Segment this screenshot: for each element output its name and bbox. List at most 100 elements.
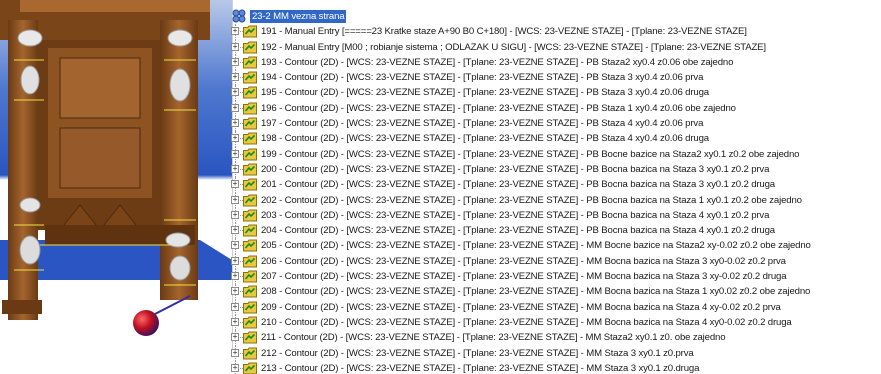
toolpath-folder-icon[interactable] xyxy=(243,117,257,130)
toolpath-folder-icon[interactable] xyxy=(243,285,257,298)
expand-toggle[interactable]: + xyxy=(231,42,239,51)
toolpath-folder-icon[interactable] xyxy=(243,209,257,222)
expand-toggle[interactable]: + xyxy=(231,317,239,326)
tree-item[interactable]: +211 - Contour (2D) - [WCS: 23-VEZNE STA… xyxy=(231,330,881,346)
expand-toggle[interactable]: + xyxy=(231,226,239,235)
toolpath-folder-icon[interactable] xyxy=(243,347,257,360)
toolpath-folder-icon[interactable] xyxy=(243,25,257,38)
tree-item-label[interactable]: 201 - Contour (2D) - [WCS: 23-VEZNE STAZ… xyxy=(261,177,775,192)
tree-item-label[interactable]: 209 - Contour (2D) - [WCS: 23-VEZNE STAZ… xyxy=(261,300,781,315)
expand-toggle[interactable]: + xyxy=(231,149,239,158)
tree-item-label[interactable]: 191 - Manual Entry [=====23 Kratke staze… xyxy=(261,24,747,39)
toolpath-folder-icon[interactable] xyxy=(243,86,257,99)
tree-item[interactable]: +204 - Contour (2D) - [WCS: 23-VEZNE STA… xyxy=(231,223,881,239)
expand-toggle[interactable]: + xyxy=(231,164,239,173)
previous-row-fragment xyxy=(232,0,881,9)
toolpath-folder-icon[interactable] xyxy=(243,102,257,115)
tree-item-label[interactable]: 197 - Contour (2D) - [WCS: 23-VEZNE STAZ… xyxy=(261,116,703,131)
tree-root-label[interactable]: 23-2 MM vezna strana xyxy=(250,10,347,23)
tree-item[interactable]: +192 - Manual Entry [M00 ; robianje sist… xyxy=(231,39,881,55)
tree-item[interactable]: +205 - Contour (2D) - [WCS: 23-VEZNE STA… xyxy=(231,238,881,254)
toolpath-folder-icon[interactable] xyxy=(243,331,257,344)
expand-toggle[interactable]: + xyxy=(231,272,239,281)
toolpath-folder-icon[interactable] xyxy=(243,224,257,237)
tree-item[interactable]: +209 - Contour (2D) - [WCS: 23-VEZNE STA… xyxy=(231,299,881,315)
tree-item[interactable]: +196 - Contour (2D) - [WCS: 23-VEZNE STA… xyxy=(231,100,881,117)
tree-item-label[interactable]: 212 - Contour (2D) - [WCS: 23-VEZNE STAZ… xyxy=(261,346,694,361)
tree-item[interactable]: +213 - Contour (2D) - [WCS: 23-VEZNE STA… xyxy=(231,360,881,374)
expand-toggle[interactable]: + xyxy=(231,88,239,97)
tree-item[interactable]: +193 - Contour (2D) - [WCS: 23-VEZNE STA… xyxy=(231,54,881,71)
tree-item-label[interactable]: 195 - Contour (2D) - [WCS: 23-VEZNE STAZ… xyxy=(261,85,709,100)
tree-item[interactable]: +208 - Contour (2D) - [WCS: 23-VEZNE STA… xyxy=(231,284,881,300)
tree-item[interactable]: +212 - Contour (2D) - [WCS: 23-VEZNE STA… xyxy=(231,345,881,361)
toolpath-folder-icon[interactable] xyxy=(243,132,257,145)
toolpath-folder-icon[interactable] xyxy=(243,255,257,268)
tree-item-label[interactable]: 206 - Contour (2D) - [WCS: 23-VEZNE STAZ… xyxy=(261,254,786,269)
toolpath-folder-icon[interactable] xyxy=(243,270,257,283)
tree-item-label[interactable]: 196 - Contour (2D) - [WCS: 23-VEZNE STAZ… xyxy=(261,101,736,116)
expand-toggle[interactable]: + xyxy=(231,119,239,128)
tree-items: +191 - Manual Entry [=====23 Kratke staz… xyxy=(231,24,881,374)
tree-item-label[interactable]: 210 - Contour (2D) - [WCS: 23-VEZNE STAZ… xyxy=(261,315,792,330)
toolpath-folder-icon[interactable] xyxy=(243,362,257,374)
operations-tree[interactable]: 23-2 MM vezna strana +191 - Manual Entry… xyxy=(231,9,881,374)
toolpath-folder-icon[interactable] xyxy=(243,178,257,191)
tree-item-label[interactable]: 200 - Contour (2D) - [WCS: 23-VEZNE STAZ… xyxy=(261,162,769,177)
tree-item[interactable]: +207 - Contour (2D) - [WCS: 23-VEZNE STA… xyxy=(231,269,881,285)
expand-toggle[interactable]: + xyxy=(231,195,239,204)
tree-item-label[interactable]: 211 - Contour (2D) - [WCS: 23-VEZNE STAZ… xyxy=(261,330,726,345)
tree-item[interactable]: +195 - Contour (2D) - [WCS: 23-VEZNE STA… xyxy=(231,85,881,101)
tree-item[interactable]: +194 - Contour (2D) - [WCS: 23-VEZNE STA… xyxy=(231,70,881,86)
tree-item[interactable]: +206 - Contour (2D) - [WCS: 23-VEZNE STA… xyxy=(231,253,881,270)
toolpath-folder-icon[interactable] xyxy=(243,301,257,314)
expand-toggle[interactable]: + xyxy=(231,256,239,265)
tree-item-label[interactable]: 198 - Contour (2D) - [WCS: 23-VEZNE STAZ… xyxy=(261,131,709,146)
expand-toggle[interactable]: + xyxy=(231,180,239,189)
tree-item[interactable]: +200 - Contour (2D) - [WCS: 23-VEZNE STA… xyxy=(231,161,881,178)
operation-group-icon[interactable] xyxy=(232,9,246,23)
expand-toggle[interactable]: + xyxy=(231,363,239,372)
toolpath-folder-icon[interactable] xyxy=(243,41,257,54)
expand-toggle[interactable]: + xyxy=(231,348,239,357)
tree-item-label[interactable]: 203 - Contour (2D) - [WCS: 23-VEZNE STAZ… xyxy=(261,208,769,223)
expand-toggle[interactable]: + xyxy=(231,287,239,296)
expand-toggle[interactable]: + xyxy=(231,134,239,143)
expand-toggle[interactable]: + xyxy=(231,103,239,112)
tree-item[interactable]: +203 - Contour (2D) - [WCS: 23-VEZNE STA… xyxy=(231,207,881,224)
tree-item[interactable]: +199 - Contour (2D) - [WCS: 23-VEZNE STA… xyxy=(231,146,881,162)
expand-toggle[interactable]: + xyxy=(231,302,239,311)
part-model xyxy=(0,0,232,350)
tree-item-label[interactable]: 208 - Contour (2D) - [WCS: 23-VEZNE STAZ… xyxy=(261,284,810,299)
tree-item-label[interactable]: 194 - Contour (2D) - [WCS: 23-VEZNE STAZ… xyxy=(261,70,703,85)
tree-item[interactable]: +198 - Contour (2D) - [WCS: 23-VEZNE STA… xyxy=(231,131,881,147)
tree-root-group[interactable]: 23-2 MM vezna strana xyxy=(231,9,881,24)
toolpath-folder-icon[interactable] xyxy=(243,239,257,252)
expand-toggle[interactable]: + xyxy=(231,333,239,342)
toolpath-folder-icon[interactable] xyxy=(243,163,257,176)
tree-item-label[interactable]: 213 - Contour (2D) - [WCS: 23-VEZNE STAZ… xyxy=(261,361,699,374)
expand-toggle[interactable]: + xyxy=(231,57,239,66)
tree-item-label[interactable]: 202 - Contour (2D) - [WCS: 23-VEZNE STAZ… xyxy=(261,193,802,208)
tree-item-label[interactable]: 207 - Contour (2D) - [WCS: 23-VEZNE STAZ… xyxy=(261,269,787,284)
toolpath-folder-icon[interactable] xyxy=(243,56,257,69)
tree-item[interactable]: +201 - Contour (2D) - [WCS: 23-VEZNE STA… xyxy=(231,177,881,193)
toolpath-folder-icon[interactable] xyxy=(243,316,257,329)
tree-item-label[interactable]: 204 - Contour (2D) - [WCS: 23-VEZNE STAZ… xyxy=(261,223,775,238)
tree-item[interactable]: +191 - Manual Entry [=====23 Kratke staz… xyxy=(231,24,881,40)
tree-item-label[interactable]: 205 - Contour (2D) - [WCS: 23-VEZNE STAZ… xyxy=(261,238,811,253)
graphics-viewport[interactable] xyxy=(0,0,233,350)
tree-item-label[interactable]: 192 - Manual Entry [M00 ; robianje siste… xyxy=(261,40,766,55)
tree-item[interactable]: +202 - Contour (2D) - [WCS: 23-VEZNE STA… xyxy=(231,192,881,208)
tree-item-label[interactable]: 199 - Contour (2D) - [WCS: 23-VEZNE STAZ… xyxy=(261,147,799,162)
expand-toggle[interactable]: + xyxy=(231,73,239,82)
expand-toggle[interactable]: + xyxy=(231,27,239,36)
toolpath-folder-icon[interactable] xyxy=(243,148,257,161)
toolpath-folder-icon[interactable] xyxy=(243,71,257,84)
expand-toggle[interactable]: + xyxy=(231,210,239,219)
expand-toggle[interactable]: + xyxy=(231,241,239,250)
tree-item[interactable]: +210 - Contour (2D) - [WCS: 23-VEZNE STA… xyxy=(231,314,881,331)
toolpath-folder-icon[interactable] xyxy=(243,194,257,207)
tree-item[interactable]: +197 - Contour (2D) - [WCS: 23-VEZNE STA… xyxy=(231,116,881,132)
tree-item-label[interactable]: 193 - Contour (2D) - [WCS: 23-VEZNE STAZ… xyxy=(261,55,733,70)
